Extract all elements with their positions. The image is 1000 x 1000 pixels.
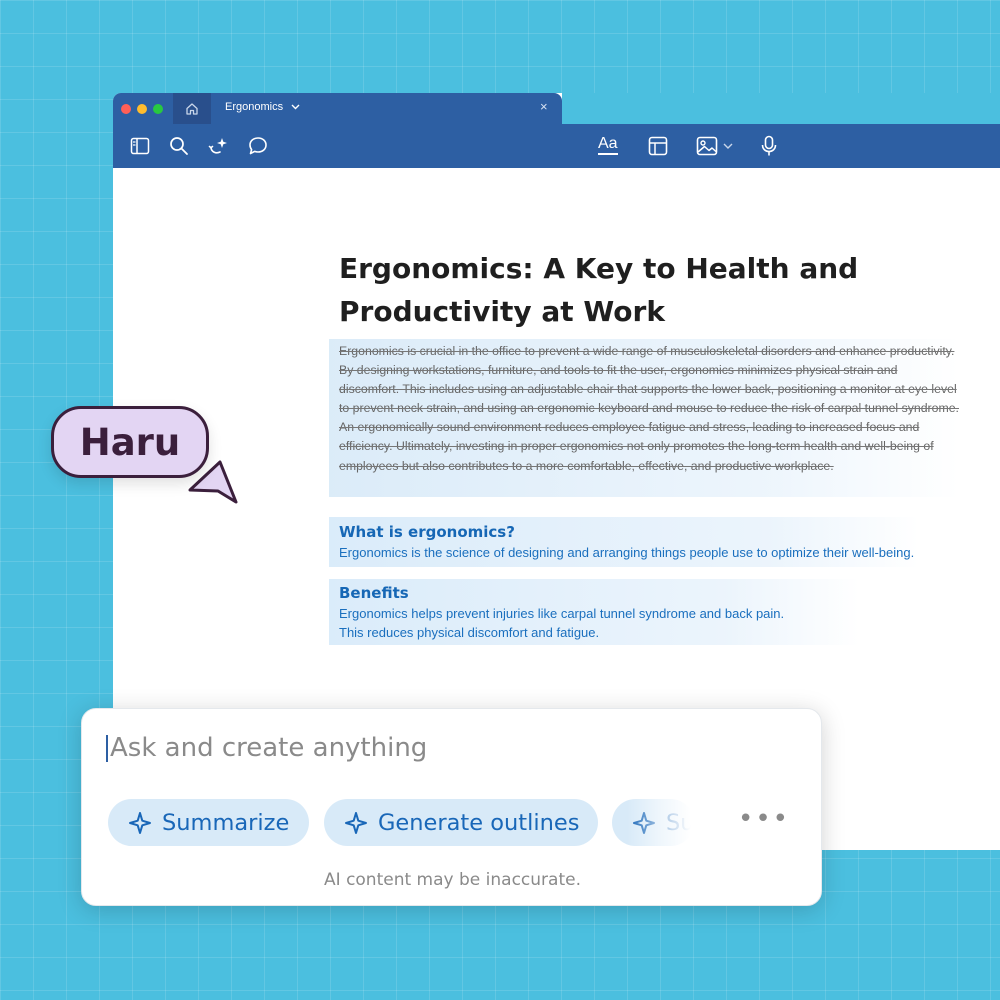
collaborator-badge: Haru bbox=[51, 406, 209, 478]
chevron-down-icon[interactable] bbox=[291, 104, 300, 110]
ai-assist-button[interactable] bbox=[208, 135, 230, 157]
tab-close-button[interactable]: × bbox=[540, 99, 548, 114]
ai-prompt-panel: Summarize Generate outlines Su ••• AI co… bbox=[81, 708, 822, 906]
document-paragraph[interactable]: Ergonomics is crucial in the office to p… bbox=[339, 342, 959, 476]
chevron-down-icon bbox=[723, 143, 732, 149]
image-button[interactable] bbox=[694, 135, 734, 157]
table-icon bbox=[648, 136, 668, 156]
chip-overflow-fade bbox=[627, 797, 702, 848]
search-button[interactable] bbox=[168, 135, 190, 157]
microphone-icon bbox=[761, 135, 777, 156]
tab-bar: Ergonomics × bbox=[113, 93, 1000, 124]
comment-button[interactable] bbox=[247, 135, 269, 157]
close-window-button[interactable] bbox=[121, 104, 131, 114]
dictation-button[interactable] bbox=[758, 135, 780, 157]
toolbar: Aa bbox=[113, 124, 1000, 168]
section-heading[interactable]: Benefits bbox=[339, 584, 409, 602]
document-tab[interactable]: Ergonomics × bbox=[113, 93, 562, 124]
document-title[interactable]: Ergonomics: A Key to Health and Producti… bbox=[339, 247, 859, 333]
ai-sparkle-icon bbox=[208, 138, 227, 154]
sparkle-icon bbox=[345, 811, 367, 834]
chip-label: Summarize bbox=[162, 809, 290, 836]
sparkle-icon bbox=[129, 811, 151, 834]
home-button[interactable] bbox=[173, 93, 211, 124]
home-icon bbox=[186, 102, 198, 115]
tab-title[interactable]: Ergonomics bbox=[225, 101, 283, 113]
generate-outlines-chip[interactable]: Generate outlines bbox=[324, 799, 598, 846]
tab-bar-empty bbox=[562, 93, 1000, 124]
ai-disclaimer: AI content may be inaccurate. bbox=[324, 870, 581, 890]
image-icon bbox=[696, 136, 717, 156]
section-text[interactable]: Ergonomics is the science of designing a… bbox=[339, 543, 914, 562]
text-style-button[interactable]: Aa bbox=[598, 135, 618, 155]
ai-prompt-input[interactable] bbox=[110, 731, 760, 765]
summarize-chip[interactable]: Summarize bbox=[108, 799, 309, 846]
section-text[interactable]: This reduces physical discomfort and fat… bbox=[339, 623, 599, 642]
table-button[interactable] bbox=[647, 135, 669, 157]
text-caret bbox=[106, 735, 108, 762]
maximize-window-button[interactable] bbox=[153, 104, 163, 114]
more-options-button[interactable]: ••• bbox=[738, 806, 788, 837]
section-heading[interactable]: What is ergonomics? bbox=[339, 523, 515, 541]
search-icon bbox=[170, 137, 188, 155]
sidebar-button[interactable] bbox=[129, 135, 151, 157]
sidebar-icon bbox=[130, 137, 150, 155]
chip-label: Generate outlines bbox=[378, 809, 580, 836]
section-text[interactable]: Ergonomics helps prevent injuries like c… bbox=[339, 604, 784, 623]
comment-icon bbox=[249, 137, 267, 155]
collaborator-name: Haru bbox=[79, 420, 181, 464]
minimize-window-button[interactable] bbox=[137, 104, 147, 114]
